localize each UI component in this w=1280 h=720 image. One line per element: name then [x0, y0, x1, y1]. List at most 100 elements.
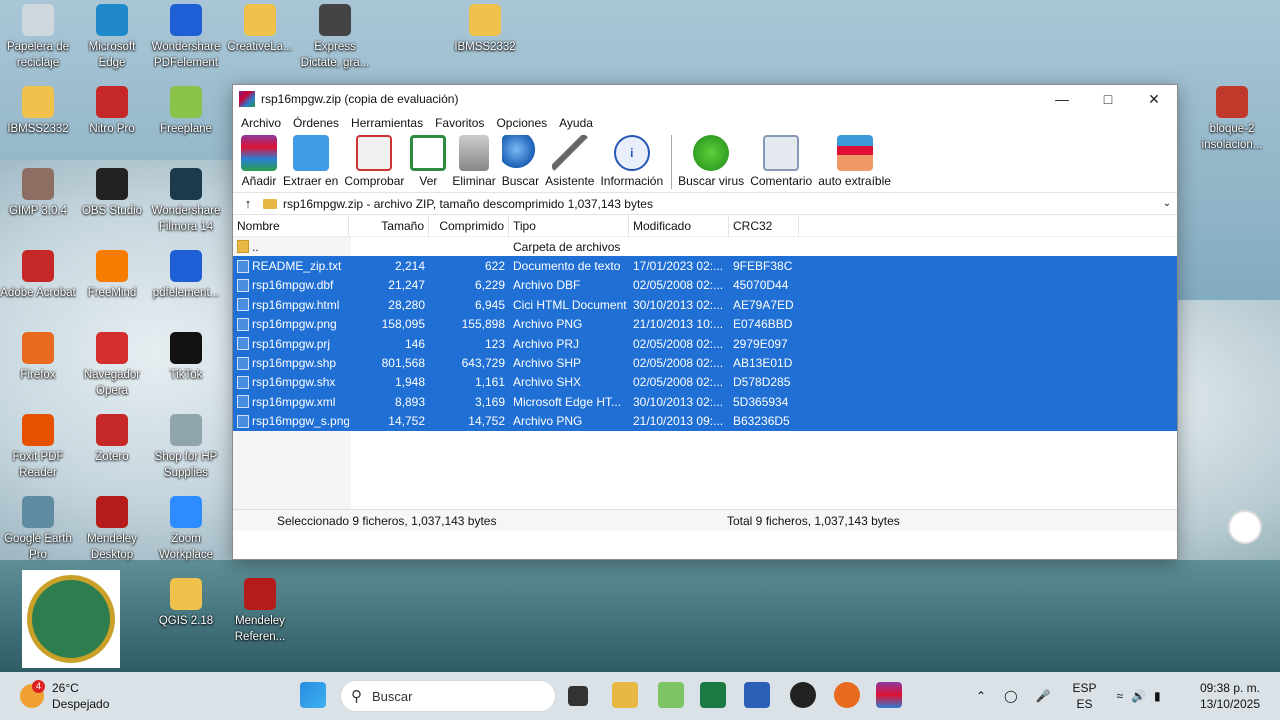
parent-folder-row[interactable]: .. Carpeta de archivos — [233, 237, 1177, 256]
col-crc[interactable]: CRC32 — [729, 214, 799, 237]
file-name-text: rsp16mpgw.html — [252, 297, 340, 312]
excel-icon[interactable] — [700, 682, 726, 708]
file-row[interactable]: rsp16mpgw.xml 8,893 3,169 Microsoft Edge HT… — [233, 392, 1177, 412]
add-button[interactable]: Añadir — [241, 135, 277, 188]
microphone-icon[interactable]: 🎤 — [1036, 689, 1051, 703]
pdfelement-icon — [170, 250, 202, 282]
desktop-shortcut[interactable]: Google Earth Pro — [0, 496, 76, 563]
file-name: rsp16mpgw.shx — [233, 375, 349, 389]
menu-favoritos[interactable]: Favoritos — [429, 116, 490, 130]
file-row[interactable]: rsp16mpgw.png 158,095 155,898 Archivo PNG 21… — [233, 314, 1177, 334]
file-size: 2,214 — [394, 259, 425, 274]
file-compressed: 643,729 — [461, 356, 505, 371]
desktop-shortcut[interactable]: bloque-2 insolacion... — [1194, 86, 1270, 153]
col-name[interactable]: Nombre — [233, 214, 349, 237]
file-row[interactable]: rsp16mpgw_s.png 14,752 14,752 Archivo PNG 21… — [233, 411, 1177, 431]
word-icon[interactable] — [744, 682, 770, 708]
desktop-shortcut[interactable]: Nitro Pro — [74, 86, 150, 137]
col-type[interactable]: Tipo — [509, 214, 629, 237]
desktop-shortcut[interactable]: Navegador Opera — [74, 332, 150, 399]
desktop-shortcut[interactable]: Mendeley Referen... — [222, 578, 298, 645]
firefox-taskbar-icon[interactable] — [834, 682, 860, 708]
menu-herramientas[interactable]: Herramientas — [345, 116, 429, 130]
desktop-shortcut[interactable]: FreeMind — [74, 250, 150, 301]
wizard-button[interactable]: Asistente — [545, 135, 594, 188]
chevron-up-icon[interactable]: ⌃ — [976, 689, 986, 703]
desktop-shortcut[interactable]: Shop for HP Supplies — [148, 414, 224, 481]
desktop-shortcut[interactable]: Adobe Acrobat — [0, 250, 76, 301]
assistant-avatar[interactable] — [1228, 510, 1262, 544]
menu-ordenes[interactable]: Órdenes — [287, 116, 345, 130]
test-button[interactable]: Comprobar — [344, 135, 404, 188]
delete-button[interactable]: Eliminar — [452, 135, 496, 188]
file-row[interactable]: rsp16mpgw.prj 146 123 Archivo PRJ 02/05/2008… — [233, 333, 1177, 354]
file-compressed: 123 — [484, 336, 505, 351]
taskbar-search[interactable]: ⚲ Buscar — [340, 680, 556, 712]
find-button[interactable]: Buscar — [502, 135, 539, 188]
col-size[interactable]: Tamaño — [349, 214, 429, 237]
desktop-shortcut[interactable]: Firefox — [0, 332, 76, 383]
parent-name: .. — [233, 240, 349, 254]
col-compressed[interactable]: Comprimido — [429, 214, 509, 237]
file-row[interactable]: rsp16mpgw.dbf 21,247 6,229 Archivo DBF 02/05… — [233, 275, 1177, 296]
file-name: rsp16mpgw.html — [233, 298, 349, 312]
comment-button[interactable]: Comentario — [750, 135, 812, 188]
weather-widget[interactable]: 4 26°C Despejado — [20, 680, 109, 712]
chevron-down-icon[interactable]: ⌄ — [1157, 198, 1177, 209]
desktop-shortcut[interactable]: Mendeley Desktop — [74, 496, 150, 563]
task-view-icon[interactable] — [568, 686, 588, 706]
desktop-shortcut[interactable]: Microsoft Edge — [74, 4, 150, 71]
file-row[interactable]: rsp16mpgw.shp 801,568 643,729 Archivo SHP 02… — [233, 353, 1177, 373]
desktop-shortcut[interactable]: OBS Studio — [74, 168, 150, 219]
col-modified[interactable]: Modificado — [629, 214, 729, 237]
desktop-shortcut[interactable]: Wondershare PDFelement — [148, 4, 224, 71]
close-button[interactable]: ✕ — [1131, 85, 1177, 113]
menu-opciones[interactable]: Opciones — [490, 116, 553, 130]
wifi-icon[interactable]: ≈ — [1116, 689, 1123, 703]
desktop-shortcut[interactable]: Zotero — [74, 414, 150, 465]
file-row[interactable]: rsp16mpgw.html 28,280 6,945 Cici HTML Docum… — [233, 295, 1177, 315]
desktop-shortcut[interactable]: Wondershare Filmora 14 — [148, 168, 224, 235]
file-explorer-icon[interactable] — [612, 682, 638, 708]
desktop-shortcut[interactable]: TikTok — [148, 332, 224, 383]
maximize-button[interactable]: □ — [1085, 85, 1131, 113]
extract-button[interactable]: Extraer en — [283, 135, 338, 188]
desktop-shortcut[interactable]: CreativeLa... — [222, 4, 298, 55]
minimize-button[interactable]: — — [1039, 85, 1085, 113]
volume-icon[interactable]: 🔊 — [1131, 689, 1146, 703]
desktop-shortcut[interactable]: pdfelement... — [148, 250, 224, 301]
notepad-icon[interactable] — [658, 682, 684, 708]
battery-icon[interactable]: ▮ — [1154, 689, 1161, 703]
start-button[interactable] — [300, 682, 326, 708]
file-row[interactable]: README_zip.txt 2,214 622 Documento de texto… — [233, 256, 1177, 276]
gimp-icon — [22, 168, 54, 200]
desktop-shortcut[interactable]: IBMSS2332 — [447, 4, 523, 55]
file-name: rsp16mpgw.dbf — [233, 278, 349, 292]
pptx-icon — [1216, 86, 1248, 118]
file-size: 146 — [404, 336, 425, 351]
file-row[interactable]: rsp16mpgw.shx 1,948 1,161 Archivo SHX 02/05/… — [233, 372, 1177, 393]
menu-ayuda[interactable]: Ayuda — [553, 116, 599, 130]
winrar-taskbar-icon[interactable] — [876, 682, 902, 708]
obs-taskbar-icon[interactable] — [790, 682, 816, 708]
info-button[interactable]: i Información — [600, 135, 663, 188]
desktop-shortcut[interactable]: GIMP 3.0.4 — [0, 168, 76, 219]
sfx-button[interactable]: auto extraíble — [818, 135, 891, 188]
view-button[interactable]: Ver — [410, 135, 447, 188]
virus-scan-button[interactable]: Buscar virus — [678, 135, 744, 188]
up-arrow-icon[interactable]: ↑ — [233, 196, 263, 211]
address-path[interactable]: rsp16mpgw.zip - archivo ZIP, tamaño desc… — [283, 197, 1157, 211]
desktop-shortcut-label: FreeMind — [87, 287, 137, 299]
language-indicator[interactable]: ESP ES — [1072, 680, 1096, 712]
desktop-shortcut[interactable]: QGIS 2.18 — [148, 578, 224, 629]
desktop-shortcut[interactable]: Freeplane — [148, 86, 224, 137]
desktop-shortcut[interactable]: Foxit PDF Reader — [0, 414, 76, 481]
desktop-shortcut[interactable]: IBMSS2332 — [0, 86, 76, 137]
clock[interactable]: 09:38 p. m. 13/10/2025 — [1200, 680, 1260, 712]
security-icon[interactable]: ◯ — [1004, 689, 1017, 703]
firefox-icon — [22, 332, 54, 364]
desktop-shortcut[interactable]: Express Dictate, gra... — [297, 4, 373, 71]
menu-archivo[interactable]: Archivo — [235, 116, 287, 130]
desktop-shortcut[interactable]: Zoom Workplace — [148, 496, 224, 563]
desktop-shortcut[interactable]: Papelera de reciclaje — [0, 4, 76, 71]
